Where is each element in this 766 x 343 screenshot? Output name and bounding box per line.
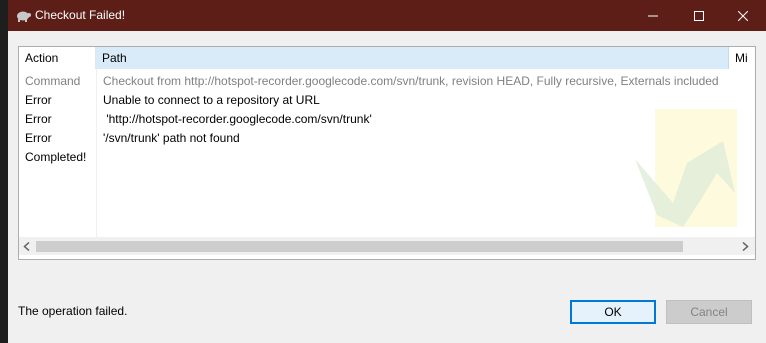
row-action: Command <box>25 74 81 88</box>
row-action: Error <box>25 112 52 126</box>
column-header-path[interactable]: Path <box>96 47 729 69</box>
scrollbar-thumb[interactable] <box>36 241 683 252</box>
row-path: 'http://hotspot-recorder.googlecode.com/… <box>103 112 372 126</box>
column-header-action[interactable]: Action <box>19 47 96 69</box>
scroll-right-icon[interactable] <box>741 242 749 251</box>
scroll-left-icon[interactable] <box>23 242 31 251</box>
row-action: Error <box>25 131 52 145</box>
row-action: Error <box>25 93 52 107</box>
maximize-icon <box>694 10 704 21</box>
close-button[interactable] <box>720 0 766 31</box>
row-path: Checkout from http://hotspot-recorder.go… <box>103 74 719 88</box>
list-row[interactable]: Command Checkout from http://hotspot-rec… <box>19 72 755 91</box>
cancel-button[interactable]: Cancel <box>666 300 752 324</box>
horizontal-scrollbar[interactable] <box>19 237 755 255</box>
title-bar[interactable]: Checkout Failed! <box>8 0 766 31</box>
row-path: Unable to connect to a repository at URL <box>103 93 320 107</box>
minimize-button[interactable] <box>630 0 676 31</box>
tortoise-icon <box>17 11 31 22</box>
minimize-icon <box>648 15 658 16</box>
row-action: Completed! <box>25 150 87 164</box>
list-header: Action Path Mi <box>19 47 755 69</box>
maximize-button[interactable] <box>676 0 722 31</box>
list-row[interactable]: Completed! <box>19 148 755 167</box>
column-header-mime[interactable]: Mi <box>729 47 755 69</box>
list-row[interactable]: Error Unable to connect to a repository … <box>19 91 755 110</box>
list-row[interactable]: Error 'http://hotspot-recorder.googlecod… <box>19 110 755 129</box>
window-title: Checkout Failed! <box>35 8 126 22</box>
checkout-dialog: Checkout Failed! Action Path Mi Command … <box>8 0 766 343</box>
action-list[interactable]: Action Path Mi Command Checkout from htt… <box>18 46 756 260</box>
status-message: The operation failed. <box>18 304 128 318</box>
ok-button[interactable]: OK <box>570 300 656 324</box>
list-row[interactable]: Error '/svn/trunk' path not found <box>19 129 755 148</box>
close-icon <box>738 10 748 21</box>
desktop-edge <box>0 0 8 343</box>
row-path: '/svn/trunk' path not found <box>103 131 240 145</box>
